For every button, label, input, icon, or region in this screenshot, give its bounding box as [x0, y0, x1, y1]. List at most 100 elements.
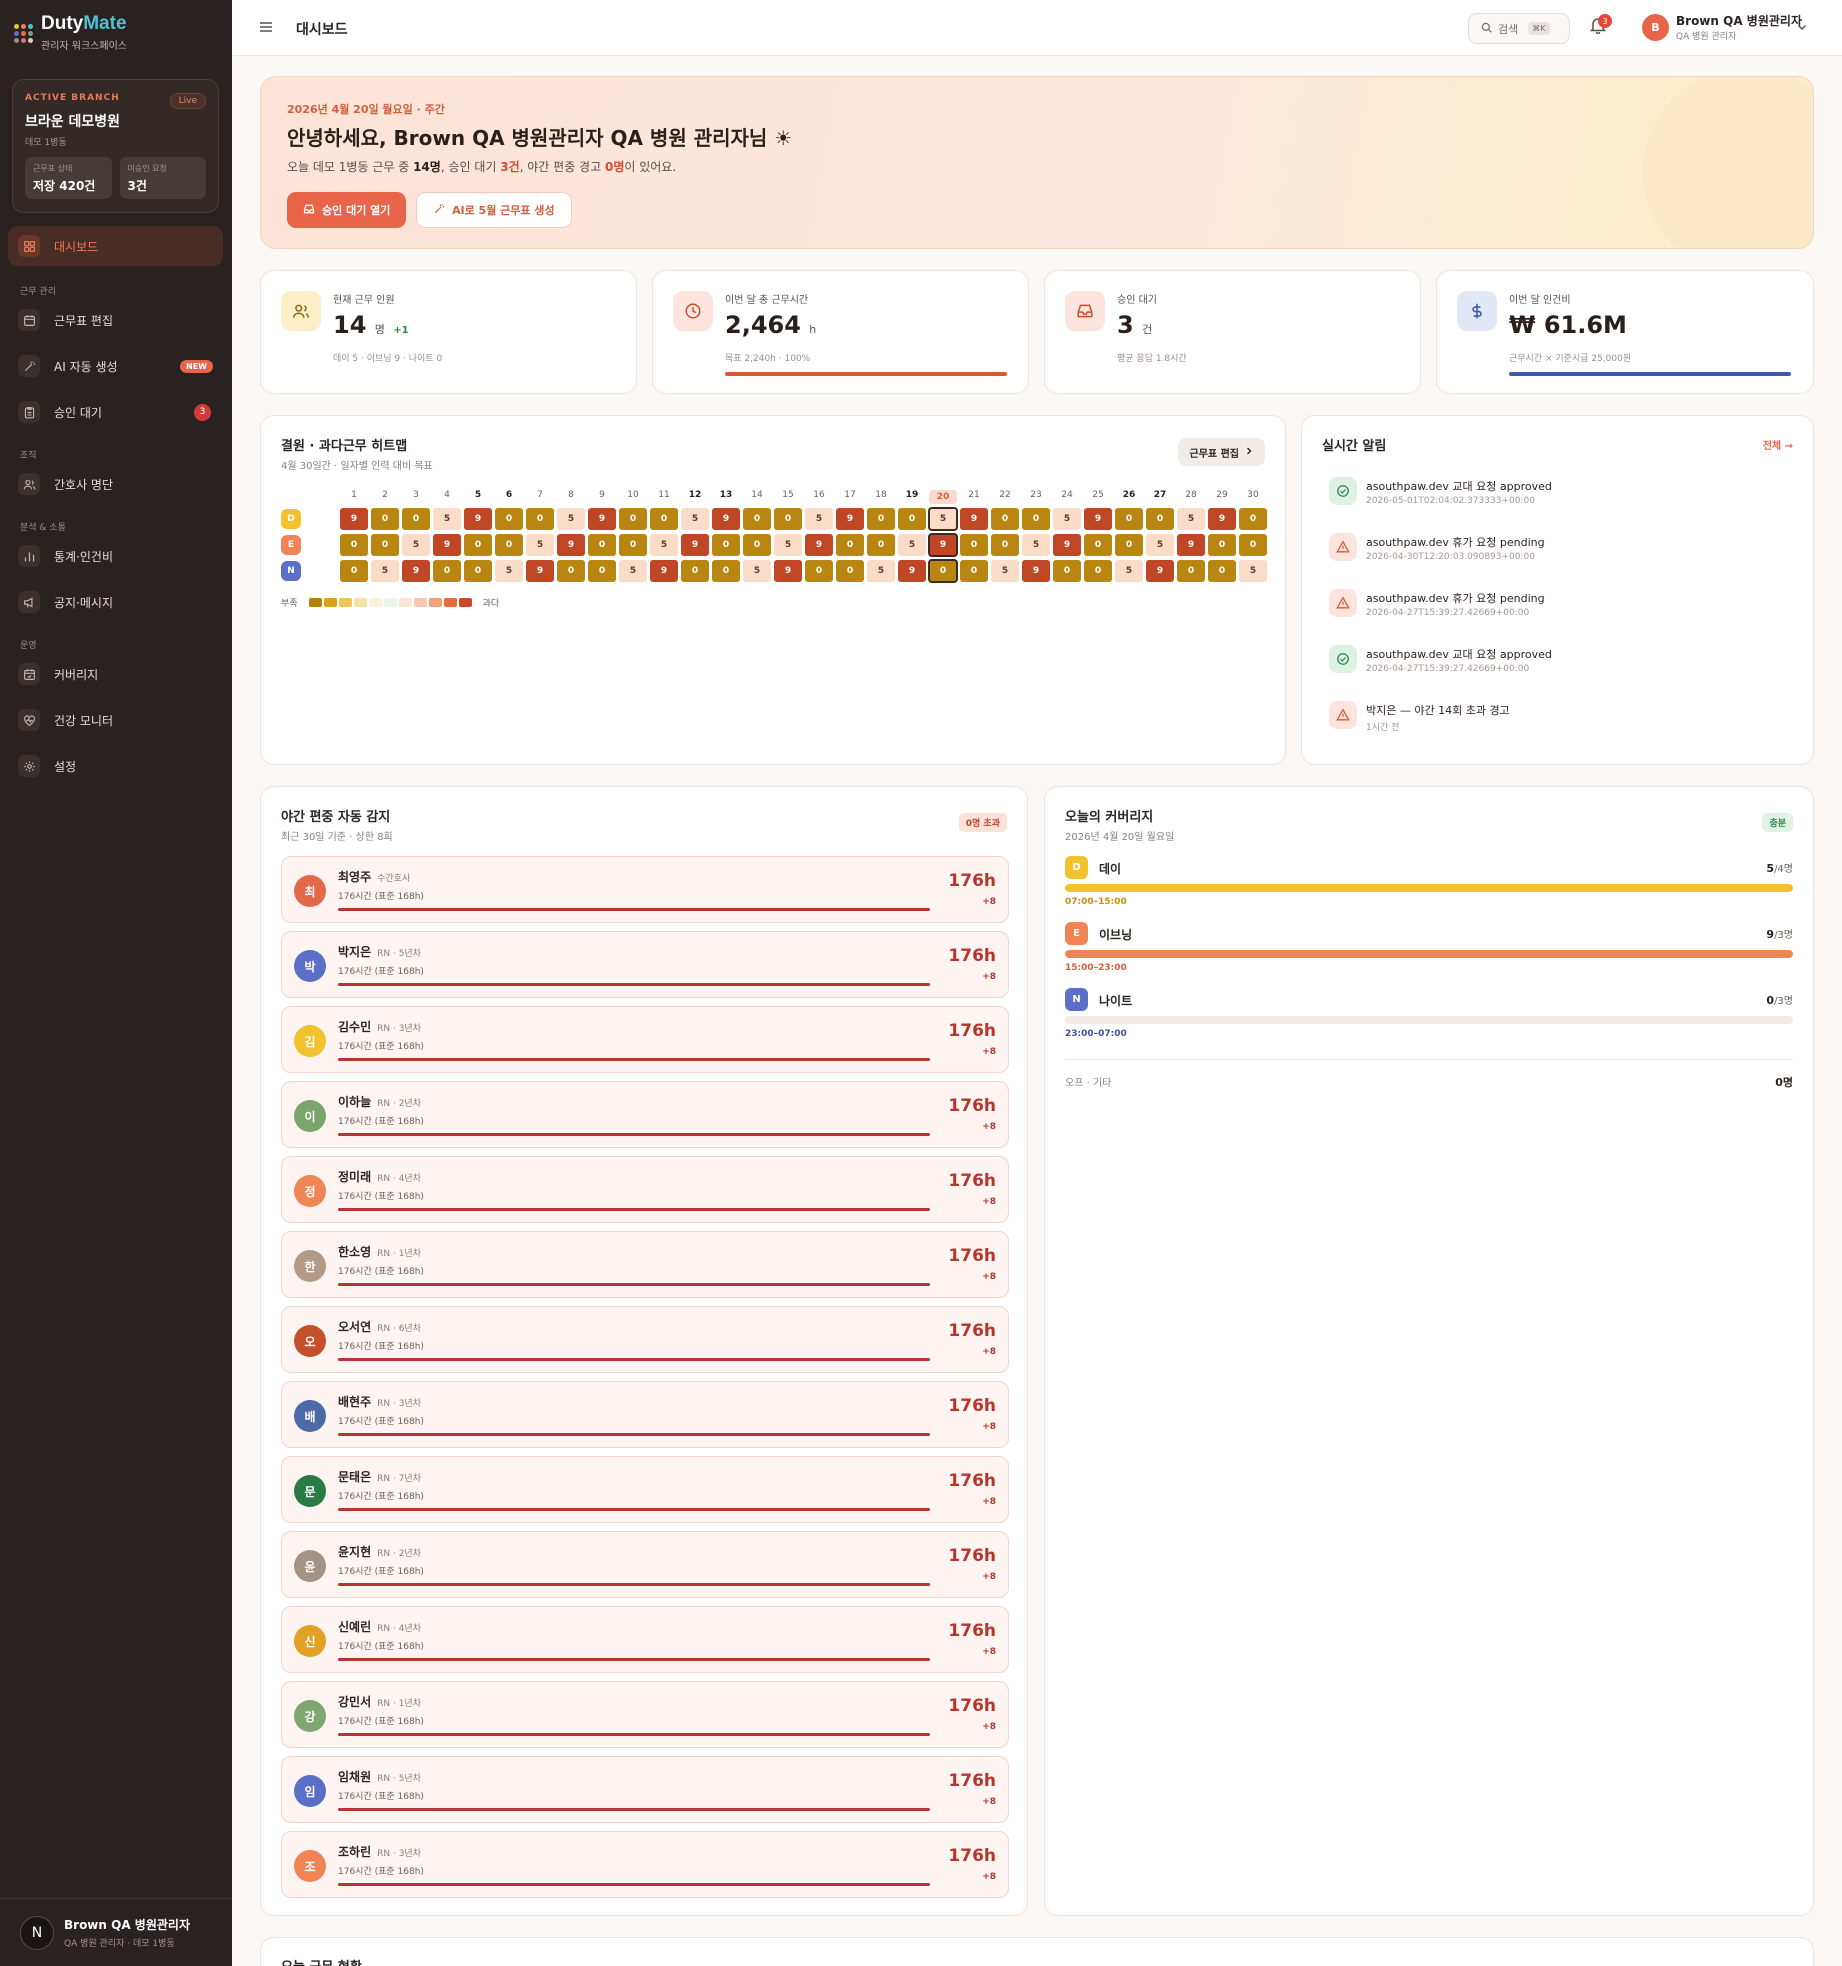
sidebar-item-schedule-edit[interactable]: 근무표 편집: [8, 300, 223, 340]
heatmap-cell[interactable]: 5: [371, 560, 399, 582]
heatmap-cell[interactable]: 0: [743, 508, 771, 530]
branch-card[interactable]: ACTIVE BRANCH Live 브라운 데모병원 데모 1병동 근무표 상…: [12, 79, 219, 213]
heatmap-cell[interactable]: 9: [774, 560, 802, 582]
heatmap-cell[interactable]: 9: [960, 508, 988, 530]
heatmap-cell[interactable]: 0: [712, 560, 740, 582]
sidebar-item-ai-generate[interactable]: AI 자동 생성 NEW: [8, 346, 223, 386]
heatmap-cell[interactable]: 0: [1084, 560, 1112, 582]
heatmap-cell[interactable]: 9: [712, 508, 740, 530]
heatmap-cell[interactable]: 9: [1084, 508, 1112, 530]
sidebar-item-nurse-roster[interactable]: 간호사 명단: [8, 464, 223, 504]
heatmap-cell[interactable]: 9: [928, 533, 958, 557]
heatmap-cell[interactable]: 5: [402, 534, 430, 556]
heatmap-cell[interactable]: 5: [1239, 560, 1267, 582]
heatmap-cell[interactable]: 5: [619, 560, 647, 582]
heatmap-cell[interactable]: 9: [898, 560, 926, 582]
heatmap-cell[interactable]: 0: [1208, 560, 1236, 582]
heatmap-cell[interactable]: 9: [1146, 560, 1174, 582]
ai-generate-schedule-button[interactable]: AI로 5월 근무표 생성: [416, 192, 572, 228]
nurse-row[interactable]: 조 조하린 RN · 3년차 176시간 (표준 168h) 176h +8: [281, 1831, 1009, 1898]
heatmap-cell[interactable]: 0: [526, 508, 554, 530]
heatmap-cell[interactable]: 0: [371, 508, 399, 530]
heatmap-cell[interactable]: 9: [464, 508, 492, 530]
heatmap-cell[interactable]: 0: [1208, 534, 1236, 556]
heatmap-cell[interactable]: 0: [1177, 560, 1205, 582]
heatmap-cell[interactable]: 9: [588, 508, 616, 530]
heatmap-cell[interactable]: 0: [836, 560, 864, 582]
heatmap-cell[interactable]: 9: [1022, 560, 1050, 582]
user-avatar[interactable]: B: [1642, 14, 1669, 41]
nurse-row[interactable]: 문 문태은 RN · 7년차 176시간 (표준 168h) 176h +8: [281, 1456, 1009, 1523]
heatmap-cell[interactable]: 9: [1053, 534, 1081, 556]
sidebar-item-dashboard[interactable]: 대시보드: [8, 226, 223, 266]
heatmap-cell[interactable]: 0: [1239, 508, 1267, 530]
nurse-row[interactable]: 윤 윤지현 RN · 2년차 176시간 (표준 168h) 176h +8: [281, 1531, 1009, 1598]
heatmap-cell[interactable]: 0: [588, 534, 616, 556]
heatmap-cell[interactable]: 5: [557, 508, 585, 530]
heatmap-cell[interactable]: 0: [1239, 534, 1267, 556]
nurse-row[interactable]: 배 배현주 RN · 3년차 176시간 (표준 168h) 176h +8: [281, 1381, 1009, 1448]
heatmap-cell[interactable]: 5: [991, 560, 1019, 582]
heatmap-cell[interactable]: 0: [1115, 534, 1143, 556]
nurse-row[interactable]: 임 임채원 RN · 5년차 176시간 (표준 168h) 176h +8: [281, 1756, 1009, 1823]
heatmap-cell[interactable]: 0: [619, 534, 647, 556]
heatmap-cell[interactable]: 5: [650, 534, 678, 556]
nurse-row[interactable]: 최 최영주 수간호사 176시간 (표준 168h) 176h +8: [281, 856, 1009, 923]
heatmap-cell[interactable]: 5: [681, 508, 709, 530]
sidebar-item-settings[interactable]: 설정: [8, 746, 223, 786]
kpi-card-labor-cost[interactable]: 이번 달 인건비 ₩ 61.6M 근무시간 × 기준시급 25,000원: [1436, 270, 1814, 394]
sidebar-item-approvals[interactable]: 승인 대기 3: [8, 392, 223, 432]
heatmap-cell[interactable]: 5: [433, 508, 461, 530]
heatmap-cell[interactable]: 0: [805, 560, 833, 582]
kpi-card-approvals[interactable]: 승인 대기 3 건 평균 응답 1.8시간: [1044, 270, 1421, 394]
heatmap-cell[interactable]: 5: [1022, 534, 1050, 556]
heatmap-cell[interactable]: 9: [650, 560, 678, 582]
sidebar-item-stats[interactable]: 통계·인건비: [8, 536, 223, 576]
open-approvals-button[interactable]: 승인 대기 열기: [287, 192, 407, 228]
heatmap-cell[interactable]: 9: [1208, 508, 1236, 530]
heatmap-cell[interactable]: 0: [867, 508, 895, 530]
heatmap-cell[interactable]: 5: [495, 560, 523, 582]
sidebar-item-coverage[interactable]: 커버리지: [8, 654, 223, 694]
heatmap-cell[interactable]: 5: [1115, 560, 1143, 582]
heatmap-cell[interactable]: 0: [1115, 508, 1143, 530]
heatmap-cell[interactable]: 0: [867, 534, 895, 556]
heatmap-cell[interactable]: 0: [1022, 508, 1050, 530]
heatmap-cell[interactable]: 0: [1084, 534, 1112, 556]
heatmap-cell[interactable]: 5: [743, 560, 771, 582]
heatmap-cell[interactable]: 5: [1177, 508, 1205, 530]
heatmap-cell[interactable]: 0: [928, 559, 958, 583]
nurse-row[interactable]: 신 신예린 RN · 4년차 176시간 (표준 168h) 176h +8: [281, 1606, 1009, 1673]
hamburger-menu-icon[interactable]: [258, 19, 274, 38]
nurse-row[interactable]: 김 김수민 RN · 3년차 176시간 (표준 168h) 176h +8: [281, 1006, 1009, 1073]
heatmap-cell[interactable]: 5: [805, 508, 833, 530]
heatmap-cell[interactable]: 0: [340, 534, 368, 556]
heatmap-cell[interactable]: 0: [588, 560, 616, 582]
nurse-row[interactable]: 한 한소영 RN · 1년차 176시간 (표준 168h) 176h +8: [281, 1231, 1009, 1298]
view-all-alerts-link[interactable]: 전체 →: [1763, 437, 1793, 452]
chevron-down-icon[interactable]: [1796, 21, 1808, 36]
heatmap-cell[interactable]: 5: [526, 534, 554, 556]
heatmap-cell[interactable]: 9: [681, 534, 709, 556]
schedule-edit-button[interactable]: 근무표 편집: [1177, 438, 1265, 466]
heatmap-cell[interactable]: 0: [960, 534, 988, 556]
app-logo[interactable]: DutyMate 관리자 워크스페이스: [14, 14, 127, 52]
heatmap-cell[interactable]: 0: [1146, 508, 1174, 530]
sidebar-item-health[interactable]: 건강 모니터: [8, 700, 223, 740]
heatmap-cell[interactable]: 9: [557, 534, 585, 556]
heatmap-cell[interactable]: 0: [898, 508, 926, 530]
heatmap-cell[interactable]: 9: [340, 508, 368, 530]
heatmap-cell[interactable]: 0: [743, 534, 771, 556]
nurse-row[interactable]: 이 이하늘 RN · 2년차 176시간 (표준 168h) 176h +8: [281, 1081, 1009, 1148]
heatmap-cell[interactable]: 0: [960, 560, 988, 582]
kpi-card-hours[interactable]: 이번 달 총 근무시간 2,464 h 목표 2,240h · 100%: [652, 270, 1029, 394]
heatmap-cell[interactable]: 0: [991, 534, 1019, 556]
search-button[interactable]: 검색 ⌘K: [1468, 13, 1570, 44]
heatmap-cell[interactable]: 0: [340, 560, 368, 582]
heatmap-cell[interactable]: 0: [1053, 560, 1081, 582]
heatmap-cell[interactable]: 5: [774, 534, 802, 556]
nurse-row[interactable]: 정 정미래 RN · 4년차 176시간 (표준 168h) 176h +8: [281, 1156, 1009, 1223]
heatmap-cell[interactable]: 9: [402, 560, 430, 582]
heatmap-cell[interactable]: 0: [495, 534, 523, 556]
heatmap-cell[interactable]: 0: [991, 508, 1019, 530]
